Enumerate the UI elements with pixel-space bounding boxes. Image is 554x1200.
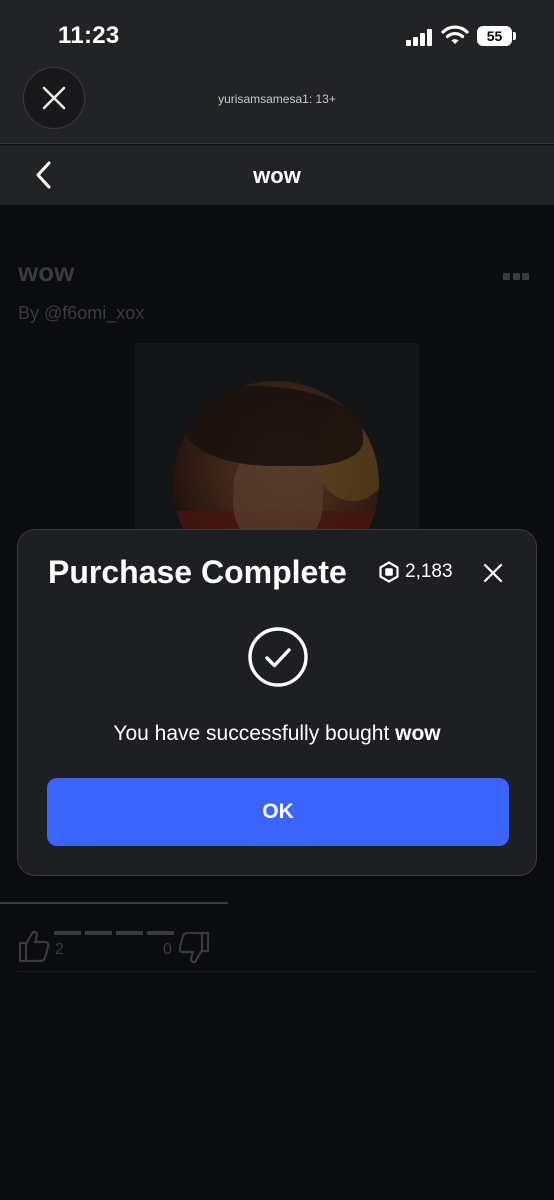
page-title: wow: [253, 163, 301, 188]
divider: [0, 902, 228, 904]
robux-balance: 2,183: [378, 561, 453, 583]
battery-icon: 55: [477, 26, 517, 46]
cellular-signal-icon: [406, 28, 434, 46]
battery-level: 55: [477, 26, 512, 46]
top-header: yurisamsamesa1: 13+: [0, 64, 554, 144]
robux-amount: 2,183: [405, 561, 453, 582]
success-message-text: You have successfully bought: [113, 722, 396, 745]
status-time: 11:23: [58, 22, 120, 49]
checkmark-circle-icon: [247, 626, 309, 688]
thumbs-up-icon[interactable]: [18, 929, 50, 963]
divider: [18, 971, 536, 972]
nav-bar: wow: [0, 145, 554, 205]
item-thumbnail: [135, 343, 419, 587]
screen: 11:23 55 yurisamsamesa1: 13+ wow wow By …: [0, 0, 554, 1200]
wifi-icon: [441, 24, 469, 46]
dislikes-count: 0: [163, 941, 172, 958]
purchased-item-name: wow: [395, 722, 441, 745]
account-label: yurisamsamesa1: 13+: [218, 92, 336, 106]
success-message: You have successfully bought wow: [18, 722, 536, 746]
item-title: wow: [18, 257, 75, 287]
creator-label[interactable]: By @f6omi_xox: [18, 303, 144, 324]
dialog-close-button[interactable]: [480, 560, 506, 586]
status-bar: 11:23 55: [0, 0, 554, 64]
more-options-icon[interactable]: [503, 273, 529, 281]
close-icon: [483, 563, 503, 583]
ok-button[interactable]: OK: [47, 778, 509, 846]
purchase-complete-dialog: Purchase Complete 2,183 You have success…: [17, 529, 537, 876]
vote-row: 2 0: [18, 927, 218, 967]
likes-count: 2: [55, 941, 64, 958]
dialog-title: Purchase Complete: [48, 554, 347, 590]
thumbs-down-icon[interactable]: [178, 931, 210, 965]
robux-icon: [379, 561, 399, 583]
vote-ratio-bar: [54, 931, 174, 937]
